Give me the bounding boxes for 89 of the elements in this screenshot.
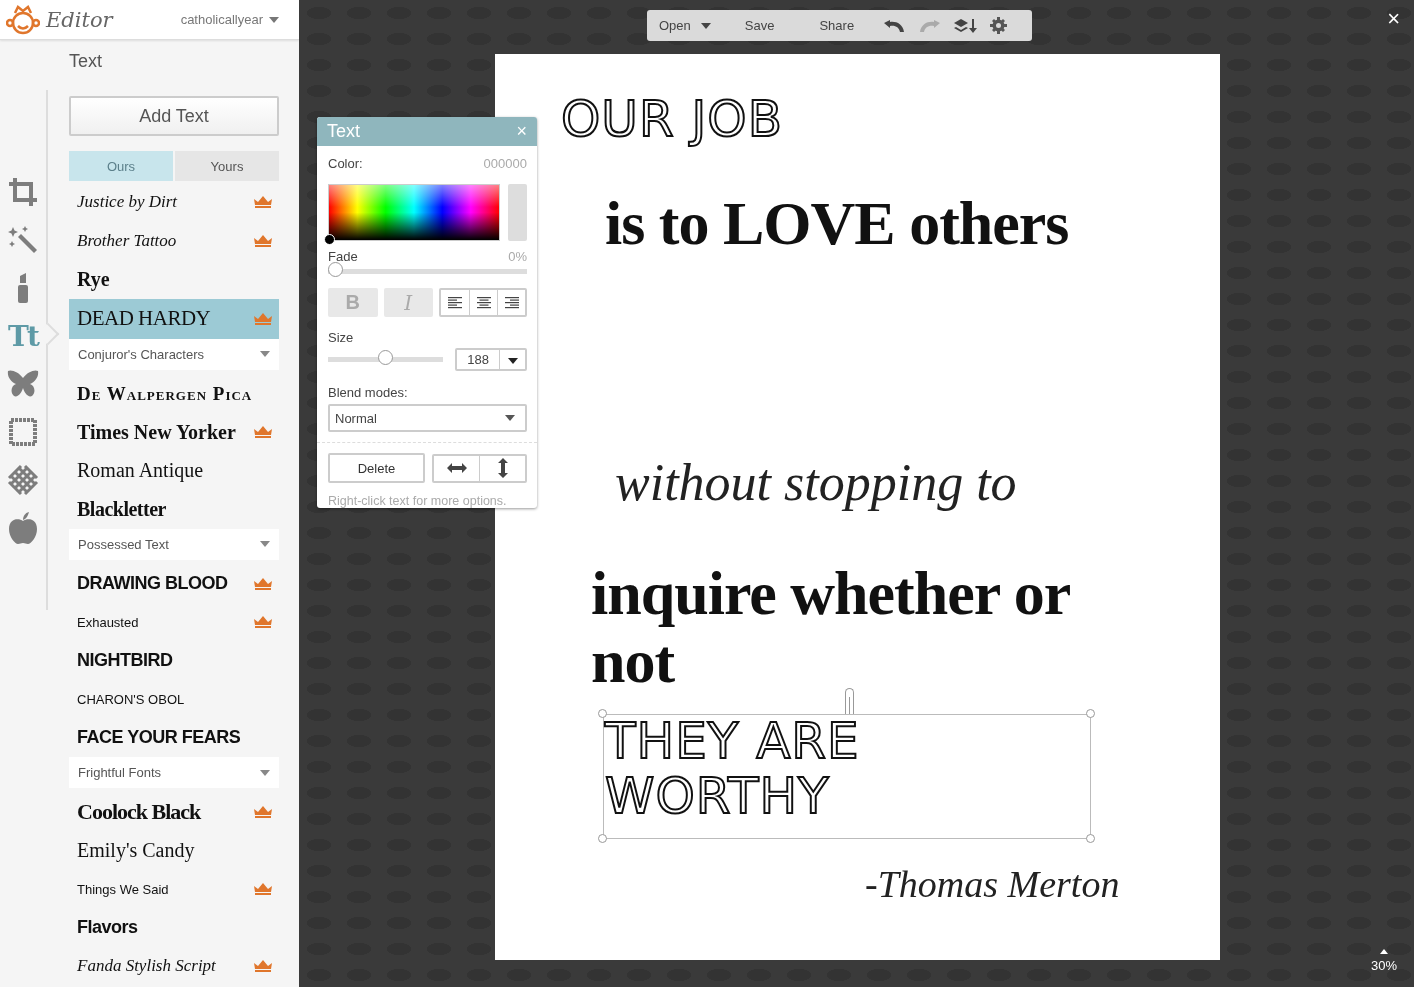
fade-slider-thumb[interactable]: [328, 262, 343, 277]
fade-label: Fade: [328, 249, 358, 264]
resize-handle[interactable]: [1086, 834, 1095, 843]
font-category-dropdown[interactable]: Possessed Text: [69, 528, 279, 560]
blend-mode-dropdown[interactable]: Normal: [328, 404, 527, 432]
font-item[interactable]: DRAWING BLOOD: [69, 564, 279, 603]
font-item[interactable]: NIGHTBIRD: [69, 641, 279, 680]
crown-icon: [254, 312, 272, 325]
size-label: Size: [328, 330, 355, 345]
font-item[interactable]: Flavors: [69, 908, 279, 947]
caret-icon: [260, 351, 270, 357]
size-field[interactable]: 188: [455, 348, 527, 371]
font-item[interactable]: Blackletter: [69, 490, 279, 529]
close-button[interactable]: ×: [1387, 8, 1400, 30]
color-label: Color:: [328, 156, 363, 171]
caret-icon: [260, 541, 270, 547]
vertical-arrows-icon: [497, 458, 508, 478]
share-button[interactable]: Share: [819, 18, 855, 33]
canvas-text[interactable]: THEY ARE WORTHY: [605, 714, 1093, 824]
resize-handle[interactable]: [598, 834, 607, 843]
canvas-text[interactable]: without stopping to: [615, 454, 1115, 512]
hint-text: Right-click text for more options.: [328, 494, 508, 508]
font-item[interactable]: FACE YOUR FEARS: [69, 718, 279, 757]
rotate-handle[interactable]: [845, 688, 854, 714]
zoom-up-icon[interactable]: [1380, 949, 1388, 954]
align-icon: [476, 296, 491, 309]
font-item[interactable]: Emily's Candy: [69, 831, 279, 870]
caret-icon: [269, 16, 279, 23]
font-item[interactable]: De Walpergen Pica: [69, 374, 279, 413]
crop-icon[interactable]: [8, 177, 38, 207]
app-logo-text: Editor: [46, 7, 113, 32]
font-item[interactable]: CHARON'S OBOL: [69, 680, 279, 719]
panel-title: Text: [69, 51, 103, 72]
align-icon: [448, 296, 462, 309]
fade-value: 0%: [508, 249, 527, 264]
dialog-title: Text: [327, 121, 360, 142]
crown-icon: [254, 234, 272, 247]
font-item[interactable]: Roman Antique: [69, 451, 279, 490]
magic-wand-icon[interactable]: [8, 225, 38, 255]
texture-icon[interactable]: [7, 464, 39, 496]
font-item[interactable]: Brother Tattoo: [69, 221, 279, 260]
crown-icon: [254, 196, 272, 209]
settings-icon[interactable]: [990, 17, 1008, 34]
layers-down-icon[interactable]: [954, 18, 979, 33]
butterfly-icon[interactable]: [7, 370, 39, 398]
crown-icon: [254, 883, 272, 896]
font-item[interactable]: DEAD HARDY: [69, 298, 279, 339]
crown-icon: [254, 616, 272, 629]
monkey-logo-icon[interactable]: [6, 4, 40, 35]
font-item[interactable]: Things We Said: [69, 870, 279, 909]
caret-icon: [700, 22, 711, 29]
frame-icon[interactable]: [8, 417, 38, 447]
save-button[interactable]: Save: [744, 18, 775, 33]
add-text-button[interactable]: Add Text: [69, 96, 279, 136]
canvas-text[interactable]: is to LOVE others: [605, 189, 1165, 258]
font-item[interactable]: Rye: [69, 260, 279, 299]
delete-button[interactable]: Delete: [328, 453, 425, 483]
caret-icon: [507, 358, 518, 364]
font-item[interactable]: Justice by Dirt: [69, 183, 279, 222]
color-swatch-panel: [508, 184, 527, 241]
crown-icon: [254, 577, 272, 590]
resize-handle[interactable]: [1086, 709, 1095, 718]
font-category-dropdown[interactable]: Frightful Fonts: [69, 757, 279, 788]
resize-handle[interactable]: [598, 709, 607, 718]
size-slider-thumb[interactable]: [377, 350, 393, 365]
horizontal-arrows-icon: [446, 463, 467, 473]
font-item[interactable]: Times New Yorker: [69, 413, 279, 452]
font-source-tab[interactable]: Yours: [175, 151, 279, 181]
blend-modes-label: Blend modes:: [328, 385, 409, 400]
caret-icon: [505, 415, 515, 421]
font-item[interactable]: Coolock Black: [69, 793, 279, 832]
undo-icon[interactable]: [884, 19, 905, 32]
align-icon: [504, 296, 519, 309]
font-category-dropdown[interactable]: Conjuror's Characters: [69, 338, 279, 370]
font-item[interactable]: Exhausted: [69, 603, 279, 642]
apple-icon[interactable]: [8, 512, 38, 544]
crown-icon: [254, 806, 272, 819]
color-value: 000000: [483, 156, 527, 171]
zoom-level[interactable]: 30%: [1370, 958, 1397, 973]
canvas-text[interactable]: inquire whether or not: [591, 559, 1081, 696]
caret-icon: [260, 769, 270, 776]
crown-icon: [254, 426, 272, 439]
lipstick-icon[interactable]: [16, 273, 30, 303]
crown-icon: [254, 960, 272, 973]
open-menu-button[interactable]: Open: [659, 18, 711, 33]
canvas-text[interactable]: -Thomas Merton: [865, 864, 1165, 906]
account-menu[interactable]: catholicallyear: [180, 12, 279, 27]
canvas-text[interactable]: OUR JOB: [561, 92, 861, 147]
font-item[interactable]: Fanda Stylish Script: [69, 947, 279, 986]
